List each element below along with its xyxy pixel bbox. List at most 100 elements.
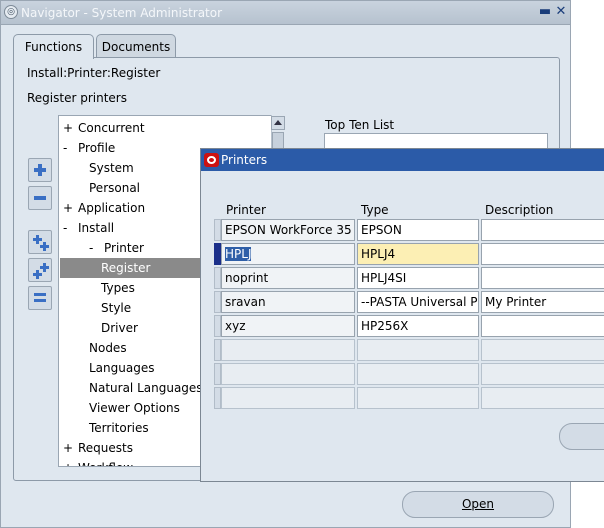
tab-documents-label: Documents	[101, 40, 171, 54]
tree-item[interactable]: +Workflow	[63, 458, 133, 466]
tree-item[interactable]: - Profile	[63, 138, 115, 158]
tree-item[interactable]: Driver	[101, 318, 138, 338]
minimize-icon[interactable]: ▬	[538, 5, 552, 19]
tree-toggle[interactable]: -	[89, 238, 104, 258]
tree-item-label: Concurrent	[78, 121, 145, 135]
printer-cell[interactable]: noprint	[221, 267, 355, 289]
open-button-label: Open	[461, 497, 495, 511]
scroll-up-button[interactable]	[271, 116, 285, 130]
record-indicator[interactable]	[214, 363, 221, 385]
description-cell[interactable]	[481, 315, 604, 337]
tree-toggle[interactable]: +	[63, 438, 78, 458]
printer-cell[interactable]	[221, 339, 355, 361]
tree-toggle[interactable]: -	[63, 138, 78, 158]
close-icon[interactable]: ✕	[554, 5, 568, 19]
tree-item-label: Requests	[78, 441, 133, 455]
expand-button[interactable]	[28, 158, 52, 182]
printer-cell[interactable]: HPLJ	[221, 243, 355, 265]
type-cell[interactable]: HPLJ4	[357, 243, 479, 265]
description-cell[interactable]	[481, 339, 604, 361]
collapse-button[interactable]	[28, 186, 52, 210]
tree-item[interactable]: + Application	[63, 198, 145, 218]
tree-toggle[interactable]: -	[63, 218, 78, 238]
expand-all-icon	[33, 263, 49, 279]
type-cell[interactable]	[357, 339, 479, 361]
printer-cell[interactable]: EPSON WorkForce 35	[221, 219, 355, 241]
tree-toggle[interactable]: +	[63, 118, 78, 138]
description-cell[interactable]	[481, 267, 604, 289]
plus-icon	[34, 164, 46, 176]
tree-item[interactable]: + Requests	[63, 438, 133, 458]
type-value: EPSON	[361, 223, 402, 237]
record-indicator[interactable]	[214, 243, 221, 265]
printer-cell[interactable]	[221, 387, 355, 409]
collapse-all-button[interactable]	[28, 286, 52, 310]
tree-item[interactable]: Viewer Options	[89, 398, 180, 418]
expand-all-button[interactable]	[28, 258, 52, 282]
printers-titlebar[interactable]: Printers	[201, 149, 604, 171]
description-cell[interactable]	[481, 387, 604, 409]
type-cell[interactable]: HPLJ4SI	[357, 267, 479, 289]
tree-item-label: Driver	[101, 321, 138, 335]
top-ten-label: Top Ten List	[325, 118, 395, 132]
tree-item[interactable]: System	[89, 158, 134, 178]
tree-item[interactable]: - Install	[63, 218, 114, 238]
tree-item[interactable]: Languages	[89, 358, 154, 378]
tab-documents[interactable]: Documents	[96, 34, 176, 58]
printer-value: noprint	[225, 271, 269, 285]
tree-item-label: Nodes	[89, 341, 127, 355]
tree-item[interactable]: - Printer	[89, 238, 144, 258]
tree-item-label: Types	[101, 281, 135, 295]
description-cell[interactable]	[481, 243, 604, 265]
printers-action-button[interactable]	[559, 423, 604, 450]
record-indicator[interactable]	[214, 267, 221, 289]
tree-item-label: Natural Languages	[89, 381, 203, 395]
tree-item-label: Style	[101, 301, 132, 315]
printer-cell[interactable]: sravan	[221, 291, 355, 313]
type-cell[interactable]: --PASTA Universal P	[357, 291, 479, 313]
printer-cell[interactable]: xyz	[221, 315, 355, 337]
tree-item-label: Profile	[78, 141, 116, 155]
tree-toggle[interactable]: +	[63, 198, 78, 218]
tree-toggle[interactable]: +	[63, 458, 78, 466]
arrow-up-icon	[274, 120, 282, 125]
printer-value: xyz	[225, 319, 246, 333]
printers-title: Printers	[221, 153, 268, 167]
printer-cell[interactable]	[221, 363, 355, 385]
type-cell[interactable]: EPSON	[357, 219, 479, 241]
navigator-titlebar[interactable]: ◎ Navigator - System Administrator ▬ ✕	[1, 1, 570, 25]
description-value: My Printer	[485, 295, 547, 309]
tree-item-label: Workflow	[78, 461, 133, 466]
type-cell[interactable]	[357, 387, 479, 409]
description-cell[interactable]	[481, 363, 604, 385]
description-cell[interactable]	[481, 219, 604, 241]
minus-icon	[34, 196, 46, 200]
collapse-all-icon	[34, 293, 46, 302]
tree-item[interactable]: + Concurrent	[63, 118, 145, 138]
tree-item[interactable]: Territories	[89, 418, 149, 438]
tree-item-label: Install	[78, 221, 115, 235]
type-value: HPLJ4SI	[361, 271, 407, 285]
function-path: Install:Printer:Register	[27, 66, 161, 80]
printer-value: sravan	[225, 295, 266, 309]
tree-item[interactable]: Style	[101, 298, 131, 318]
tree-item-label: Personal	[89, 181, 141, 195]
open-button[interactable]: Open	[402, 491, 554, 518]
description-cell[interactable]: My Printer	[481, 291, 604, 313]
record-indicator[interactable]	[214, 219, 221, 241]
type-cell[interactable]	[357, 363, 479, 385]
tree-item[interactable]: Personal	[89, 178, 140, 198]
tree-item[interactable]: Nodes	[89, 338, 127, 358]
tree-item[interactable]: Types	[101, 278, 135, 298]
tree-item[interactable]: Natural Languages	[89, 378, 203, 398]
record-indicator[interactable]	[214, 387, 221, 409]
type-cell[interactable]: HP256X	[357, 315, 479, 337]
record-indicator[interactable]	[214, 315, 221, 337]
tab-functions[interactable]: Functions	[13, 34, 94, 59]
expand-branch-button[interactable]	[28, 230, 52, 254]
type-value: HP256X	[361, 319, 409, 333]
oracle-app-icon: ◎	[4, 5, 18, 19]
record-indicator[interactable]	[214, 339, 221, 361]
printer-value: HPLJ	[225, 247, 252, 261]
record-indicator[interactable]	[214, 291, 221, 313]
